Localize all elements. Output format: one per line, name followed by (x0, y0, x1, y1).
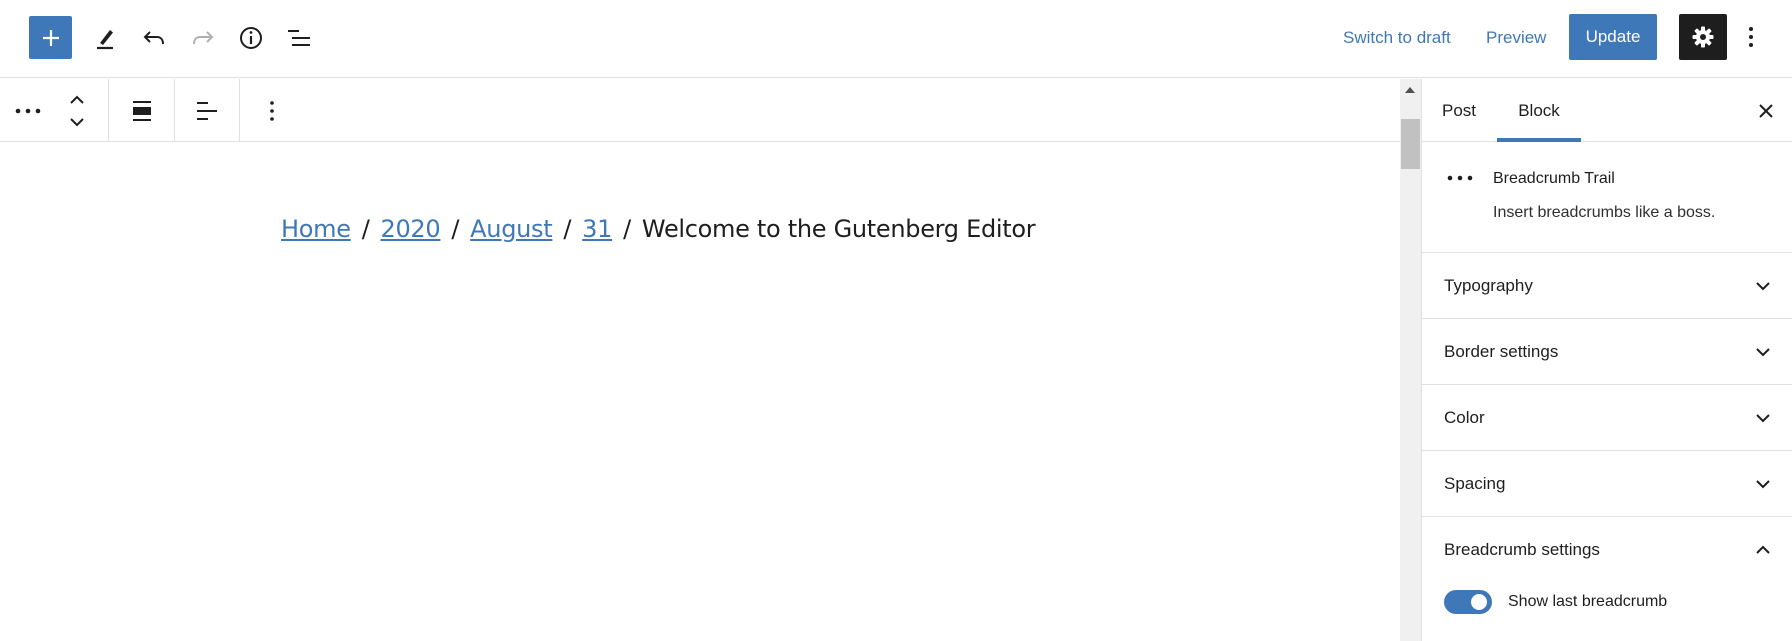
chevron-down-icon (1751, 340, 1775, 364)
block-title: Breadcrumb Trail (1493, 170, 1615, 187)
vertical-ellipsis-icon (1749, 27, 1753, 47)
scroll-up-arrow[interactable] (1405, 87, 1415, 93)
breadcrumb-link-month[interactable]: August (470, 215, 553, 243)
panel-color[interactable]: Color (1422, 385, 1792, 451)
chevron-down-icon (1751, 274, 1775, 298)
info-icon (240, 27, 262, 49)
redo-icon (193, 31, 214, 45)
chevron-up-icon (1751, 538, 1775, 562)
toggle-knob (1471, 594, 1487, 610)
redo-button[interactable] (188, 23, 218, 53)
block-card: Breadcrumb Trail Insert breadcrumbs like… (1422, 142, 1792, 253)
toolbar-divider (239, 79, 240, 142)
show-last-breadcrumb-row: Show last breadcrumb (1444, 589, 1667, 615)
list-view-icon (288, 30, 310, 46)
tab-post[interactable]: Post (1427, 79, 1491, 142)
show-last-breadcrumb-toggle[interactable] (1444, 590, 1492, 614)
align-left-button[interactable] (187, 79, 227, 142)
list-view-button[interactable] (284, 23, 314, 53)
options-button[interactable] (1739, 22, 1763, 52)
tab-block[interactable]: Block (1497, 79, 1581, 142)
add-block-button[interactable] (29, 16, 72, 59)
block-type-icon (15, 108, 41, 113)
settings-button[interactable] (1679, 14, 1727, 60)
panel-typography[interactable]: Typography (1422, 253, 1792, 319)
undo-button[interactable] (139, 23, 169, 53)
switch-to-draft-button[interactable]: Switch to draft (1343, 28, 1451, 48)
align-left-icon (197, 101, 217, 120)
breadcrumb-separator: / (563, 215, 572, 243)
panel-border-settings[interactable]: Border settings (1422, 319, 1792, 385)
pencil-icon (97, 30, 113, 50)
block-description: Insert breadcrumbs like a boss. (1493, 204, 1716, 221)
breadcrumb[interactable]: Home / 2020 / August / 31 / Welcome to the Guten… (281, 215, 1036, 243)
undo-icon (143, 31, 164, 45)
breadcrumb-current: Welcome to the Gutenberg Editor (641, 215, 1036, 243)
update-button[interactable]: Update (1569, 14, 1657, 60)
sidebar-tabs: Post Block (1422, 79, 1792, 142)
align-wide-button[interactable] (122, 79, 162, 142)
toggle-label: Show last breadcrumb (1508, 593, 1668, 610)
breadcrumb-link-day[interactable]: 31 (582, 215, 612, 243)
move-up-down-icon (70, 95, 84, 126)
block-icon (1446, 168, 1476, 188)
toolbar-divider (174, 79, 175, 142)
scroll-thumb[interactable] (1401, 119, 1420, 169)
settings-sidebar: Post Block Breadcrumb Trail Insert bread… (1421, 79, 1792, 641)
panel-breadcrumb-settings[interactable]: Breadcrumb settings (1422, 517, 1792, 583)
canvas-scrollbar[interactable] (1400, 79, 1421, 641)
breadcrumb-link-year[interactable]: 2020 (380, 215, 440, 243)
block-toolbar (0, 79, 1400, 142)
block-type-button[interactable] (8, 79, 48, 142)
panel-spacing[interactable]: Spacing (1422, 451, 1792, 517)
breadcrumb-separator: / (623, 215, 631, 243)
vertical-ellipsis-icon (270, 100, 274, 121)
panel-title: Breadcrumb settings (1444, 540, 1600, 559)
preview-button[interactable]: Preview (1486, 28, 1546, 48)
close-icon (1759, 104, 1773, 118)
move-block-button[interactable] (60, 79, 94, 142)
toolbar-divider (108, 79, 109, 142)
more-options-button[interactable] (252, 79, 292, 142)
tools-button[interactable] (91, 23, 121, 53)
gear-icon (1692, 26, 1714, 48)
breadcrumb-link-home[interactable]: Home (281, 215, 351, 243)
panel-title: Color (1444, 408, 1485, 427)
editor-canvas[interactable]: Home / 2020 / August / 31 / Welcome to the Guten… (0, 143, 1400, 641)
chevron-down-icon (1751, 472, 1775, 496)
close-sidebar-button[interactable] (1752, 97, 1780, 125)
panel-title: Typography (1444, 276, 1533, 295)
breadcrumb-separator: / (451, 215, 460, 243)
plus-icon (42, 29, 59, 46)
editor-header: Switch to draft Preview Update (0, 0, 1792, 78)
ellipsis-icon (1447, 175, 1473, 181)
align-wide-icon (133, 100, 151, 121)
chevron-down-icon (1751, 406, 1775, 430)
breadcrumb-separator: / (361, 215, 370, 243)
panel-title: Border settings (1444, 342, 1559, 361)
details-button[interactable] (236, 23, 266, 53)
panel-title: Spacing (1444, 474, 1506, 493)
